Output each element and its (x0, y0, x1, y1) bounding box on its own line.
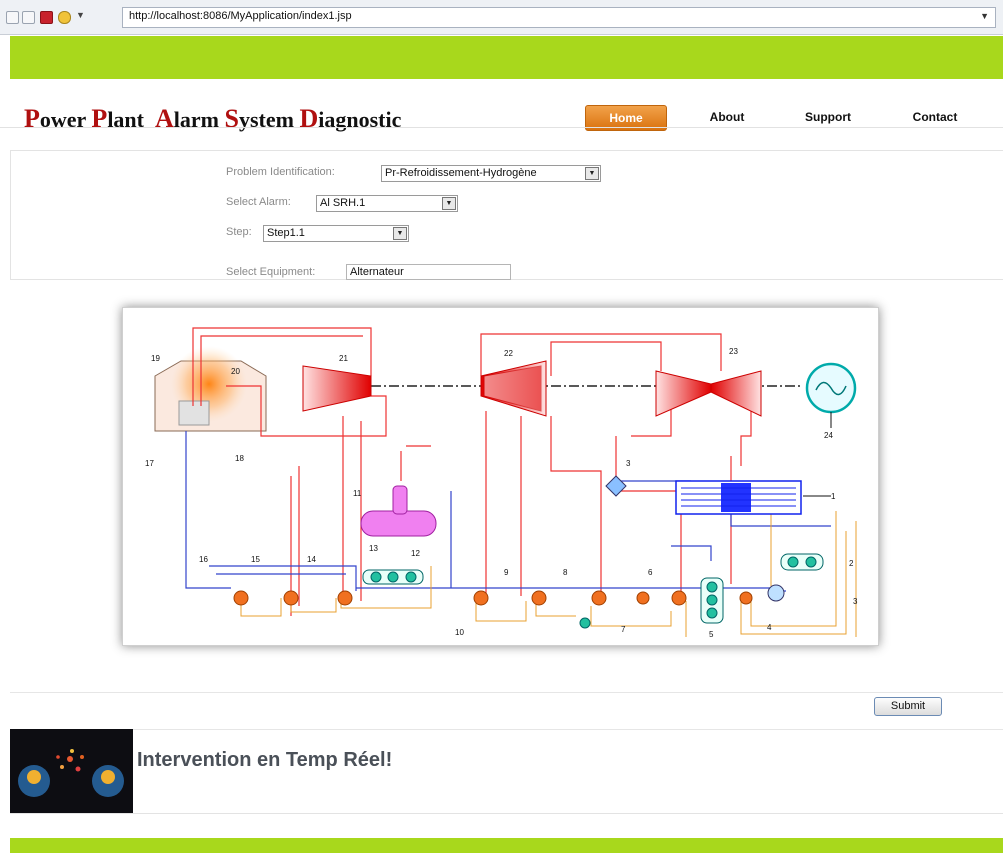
step-label: Step: (226, 226, 252, 238)
step-select-value: Step1.1 (267, 227, 305, 239)
forward-icon[interactable] (22, 11, 35, 24)
label-8: 8 (563, 568, 568, 577)
label-6: 6 (648, 568, 653, 577)
url-text: http://localhost:8086/MyApplication/inde… (129, 10, 352, 22)
title-capital: A (155, 104, 174, 133)
chevron-down-icon[interactable]: ▼ (393, 227, 407, 240)
promo-image (10, 729, 133, 813)
power-plant-diagram: 1 2 3 4 5 6 7 8 9 10 11 12 13 14 15 16 1… (122, 307, 879, 646)
feedwater-heaters (233, 590, 753, 606)
chevron-down-icon[interactable]: ▼ (585, 167, 599, 180)
pumps (362, 553, 824, 629)
chevron-down-icon[interactable]: ▼ (442, 197, 456, 210)
submit-button[interactable]: Submit (874, 697, 942, 716)
alarm-label: Select Alarm: (226, 196, 291, 208)
equipment-field[interactable]: Alternateur (346, 264, 511, 280)
nav-about-link[interactable]: About (697, 105, 757, 129)
site-title: Power Plant Alarm System Diagnostic (24, 104, 401, 134)
title-word: iagnostic (318, 107, 402, 132)
url-dropdown-icon[interactable]: ▼ (980, 11, 989, 21)
title-word: ystem (238, 107, 300, 132)
promo-heading: Intervention en Temp Réel! (137, 749, 393, 771)
title-word: lant (107, 107, 155, 132)
problem-label: Problem Identification: (226, 166, 335, 178)
deaerator (360, 485, 437, 537)
footer-banner (10, 838, 1003, 853)
label-19: 19 (151, 354, 160, 363)
step-select[interactable]: Step1.1 ▼ (263, 225, 409, 242)
back-icon[interactable] (6, 11, 19, 24)
equipment-label: Select Equipment: (226, 266, 316, 278)
problem-select[interactable]: Pr-Refroidissement-Hydrogène ▼ (381, 165, 601, 182)
title-capital: D (299, 104, 319, 133)
alarm-select-value: Al SRH.1 (320, 197, 366, 209)
label-1: 1 (831, 492, 836, 501)
title-word: ower (39, 107, 92, 132)
label-5: 5 (709, 630, 714, 637)
label-2: 2 (849, 559, 854, 568)
diagnostic-form: Problem Identification: Pr-Refroidisseme… (10, 150, 1003, 280)
history-dropdown-icon[interactable]: ▼ (76, 10, 85, 20)
label-15: 15 (251, 555, 260, 564)
label-3: 3 (853, 597, 858, 606)
label-20: 20 (231, 367, 240, 376)
nav-contact-link[interactable]: Contact (900, 105, 970, 129)
generator (805, 362, 857, 428)
label-3-valve: 3 (626, 459, 631, 468)
title-word: larm (173, 107, 225, 132)
label-11: 11 (353, 489, 362, 498)
hp-turbine (302, 365, 372, 412)
address-bar[interactable]: http://localhost:8086/MyApplication/inde… (122, 7, 996, 28)
alarm-select[interactable]: Al SRH.1 ▼ (316, 195, 458, 212)
nav-support-link[interactable]: Support (793, 105, 863, 129)
label-24: 24 (824, 431, 833, 440)
promo-divider (10, 813, 1003, 814)
stop-icon[interactable] (40, 11, 53, 24)
lp-turbine-left (655, 370, 712, 417)
steam-lines (192, 327, 752, 616)
title-capital: P (24, 104, 40, 133)
boiler (154, 346, 267, 432)
title-capital: S (224, 104, 239, 133)
problem-select-value: Pr-Refroidissement-Hydrogène (385, 167, 537, 179)
condenser (675, 480, 831, 515)
label-10: 10 (455, 628, 464, 637)
submit-bar (10, 692, 1003, 730)
label-14: 14 (307, 555, 316, 564)
label-12: 12 (411, 549, 420, 558)
condensate-pump (767, 584, 785, 602)
refresh-icon[interactable] (58, 11, 71, 24)
label-23: 23 (729, 347, 738, 356)
browser-toolbar: ▼ http://localhost:8086/MyApplication/in… (0, 0, 1003, 35)
lp-turbine-right (710, 370, 762, 417)
label-18: 18 (235, 454, 244, 463)
header-divider (0, 127, 1003, 128)
plant-schematic: 1 2 3 4 5 6 7 8 9 10 11 12 13 14 15 16 1… (145, 327, 858, 637)
label-9: 9 (504, 568, 509, 577)
label-13: 13 (369, 544, 378, 553)
label-17: 17 (145, 459, 154, 468)
label-16: 16 (199, 555, 208, 564)
label-7: 7 (621, 625, 626, 634)
title-capital: P (91, 104, 108, 133)
label-4: 4 (767, 623, 772, 632)
label-22: 22 (504, 349, 513, 358)
top-banner (10, 36, 1003, 79)
label-21: 21 (339, 354, 348, 363)
